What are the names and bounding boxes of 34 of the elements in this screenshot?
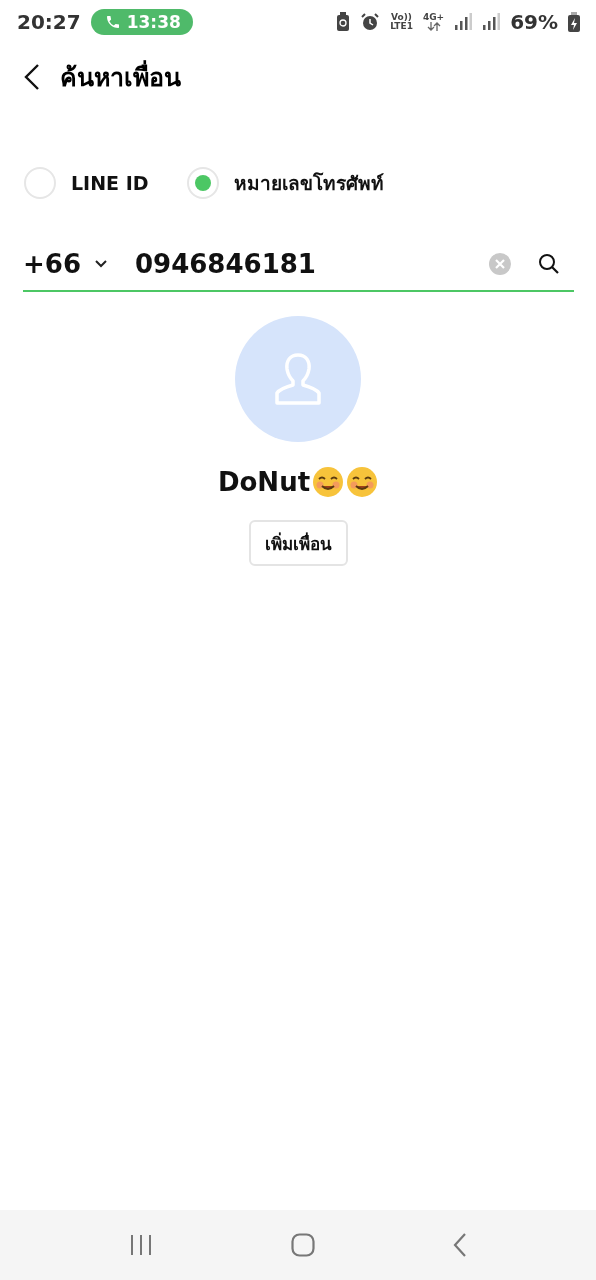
signal-icon: [482, 13, 501, 31]
call-duration: 13:38: [126, 12, 181, 32]
add-friend-button[interactable]: เพิ่มเพื่อน: [248, 520, 348, 566]
clear-icon: [488, 252, 512, 276]
smiling-face-icon: [346, 466, 379, 498]
battery-saver-icon: [336, 12, 351, 32]
option-label: หมายเลขโทรศัพท์: [233, 171, 384, 196]
search-icon: [538, 253, 560, 275]
person-icon: [273, 353, 323, 405]
recent-apps-icon[interactable]: [129, 1234, 153, 1256]
search-type-option[interactable]: หมายเลขโทรศัพท์: [186, 167, 384, 199]
alarm-icon: [360, 12, 381, 32]
page-title: ค้นหาเพื่อน: [60, 57, 181, 97]
battery-percentage: 69%: [510, 10, 558, 34]
search-type-option[interactable]: LINE ID: [24, 167, 149, 199]
data-arrows-icon: [426, 22, 441, 31]
volte-label: Vo)): [391, 13, 412, 22]
country-code-dropdown[interactable]: +66: [23, 249, 135, 279]
phone-icon: [104, 14, 121, 30]
signal-icon: [454, 13, 473, 31]
option-label: LINE ID: [71, 172, 149, 194]
search-button[interactable]: [538, 253, 560, 275]
chevron-down-icon: [94, 260, 107, 268]
battery-charging-icon: [568, 12, 580, 32]
back-button[interactable]: [24, 63, 40, 91]
smiling-face-icon: [312, 466, 345, 498]
home-icon[interactable]: [291, 1233, 315, 1257]
back-nav-icon[interactable]: [453, 1232, 467, 1258]
phone-number-field[interactable]: 0946846181: [135, 249, 488, 279]
back-icon: [24, 63, 40, 91]
status-time: 20:27: [17, 10, 81, 34]
lte-label: LTE1: [390, 22, 413, 31]
network-label: 4G+: [422, 13, 445, 22]
profile-name: DoNut: [217, 467, 311, 497]
